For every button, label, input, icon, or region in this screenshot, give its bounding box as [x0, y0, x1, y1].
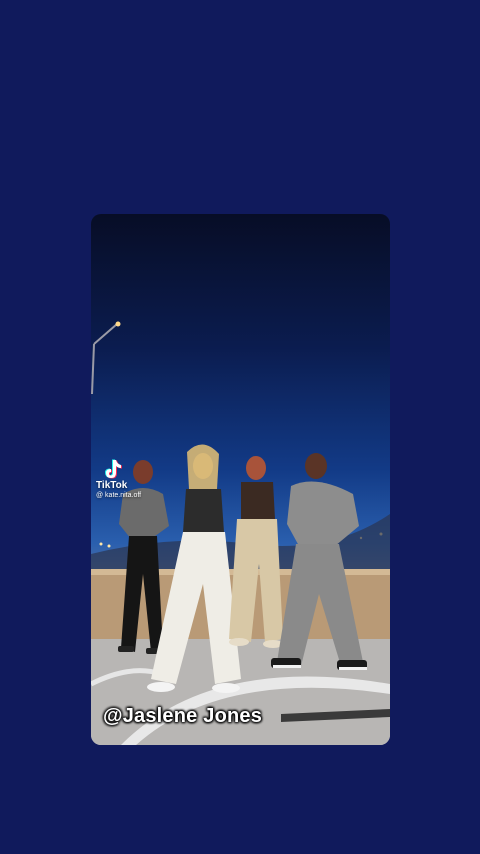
- watermark-handle: @ kate.nita.off: [96, 492, 142, 499]
- tiktok-logo-icon: [105, 459, 122, 479]
- screen: TikTok @ kate.nita.off @Jaslene Jones: [0, 0, 480, 854]
- tiktok-watermark: TikTok @ kate.nita.off: [96, 458, 141, 501]
- video-player[interactable]: TikTok @ kate.nita.off @Jaslene Jones: [91, 214, 390, 745]
- credit-caption: @Jaslene Jones: [103, 705, 263, 727]
- watermark-brand: TikTok: [96, 480, 128, 491]
